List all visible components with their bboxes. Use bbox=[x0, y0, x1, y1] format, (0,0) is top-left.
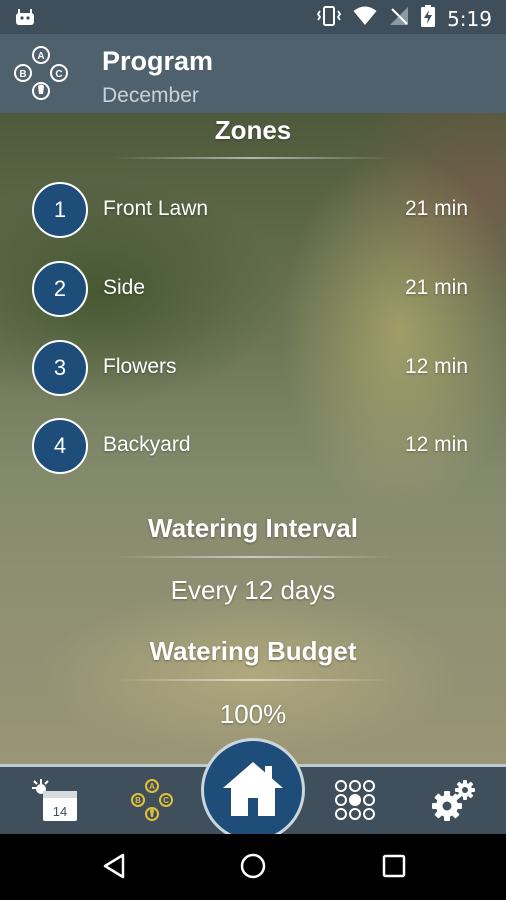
watering-budget-divider bbox=[113, 679, 393, 681]
home-circle-icon bbox=[238, 851, 268, 886]
program-abcd-logo-icon: A B C bbox=[10, 42, 72, 104]
page-title: Program bbox=[102, 46, 214, 76]
zone-row[interactable]: 3 Flowers 12 min bbox=[0, 340, 506, 400]
wifi-icon bbox=[353, 6, 377, 31]
calendar-weather-icon: 14 bbox=[29, 777, 79, 828]
tab-zones-grid[interactable] bbox=[325, 775, 385, 829]
zone-duration: 12 min bbox=[404, 433, 468, 456]
zone-number-badge: 1 bbox=[32, 182, 88, 238]
status-bar: 5:19 bbox=[0, 0, 506, 34]
zone-duration: 21 min bbox=[404, 197, 468, 220]
back-triangle-icon bbox=[101, 852, 127, 885]
zone-name: Backyard bbox=[103, 433, 191, 456]
no-signal-icon bbox=[389, 6, 409, 31]
program-content: Zones 1 Front Lawn 21 min 2 Side 21 min … bbox=[0, 113, 506, 764]
watering-interval-value[interactable]: Every 12 days bbox=[0, 575, 506, 606]
svg-text:A: A bbox=[37, 51, 44, 62]
calendar-day-label: 14 bbox=[53, 804, 67, 819]
app-bar: A B C Program December bbox=[0, 34, 506, 113]
watering-interval-heading: Watering Interval bbox=[148, 513, 358, 543]
status-time: 5:19 bbox=[447, 6, 492, 31]
zone-duration: 12 min bbox=[404, 355, 468, 378]
zones-divider bbox=[113, 157, 393, 159]
zone-name: Front Lawn bbox=[103, 197, 209, 220]
page-subtitle: December bbox=[102, 84, 199, 107]
home-icon bbox=[221, 758, 285, 823]
android-notification-icon bbox=[14, 7, 36, 32]
zone-row[interactable]: 2 Side 21 min bbox=[0, 261, 506, 321]
zone-duration: 21 min bbox=[404, 276, 468, 299]
zone-number-badge: 4 bbox=[32, 418, 88, 474]
svg-text:B: B bbox=[135, 796, 141, 805]
nav-back-button[interactable] bbox=[96, 850, 132, 886]
zone-row[interactable]: 1 Front Lawn 21 min bbox=[0, 182, 506, 242]
battery-charging-icon bbox=[421, 5, 436, 32]
tab-calendar-weather[interactable]: 14 bbox=[24, 775, 84, 829]
zone-number-badge: 2 bbox=[32, 261, 88, 317]
nav-home-button[interactable] bbox=[235, 850, 271, 886]
svg-text:A: A bbox=[149, 782, 155, 791]
watering-budget-value[interactable]: 100% bbox=[0, 699, 506, 730]
watering-budget-heading: Watering Budget bbox=[149, 636, 357, 666]
watering-interval-divider bbox=[113, 556, 393, 558]
system-navigation-bar bbox=[0, 834, 506, 900]
zone-name: Flowers bbox=[103, 355, 177, 378]
zones-grid-icon bbox=[333, 778, 377, 827]
svg-text:C: C bbox=[55, 69, 62, 80]
zone-row[interactable]: 4 Backyard 12 min bbox=[0, 418, 506, 478]
program-abcd-icon: A B C bbox=[129, 777, 175, 828]
zone-number-badge: 3 bbox=[32, 340, 88, 396]
recents-square-icon bbox=[381, 853, 407, 884]
svg-text:B: B bbox=[19, 69, 26, 80]
svg-text:C: C bbox=[163, 796, 169, 805]
vibrate-icon bbox=[316, 5, 342, 32]
zone-name: Side bbox=[103, 276, 146, 299]
tab-program[interactable]: A B C bbox=[122, 775, 182, 829]
tab-settings[interactable] bbox=[424, 775, 484, 829]
settings-gears-icon bbox=[430, 778, 478, 827]
home-button[interactable] bbox=[201, 738, 305, 842]
nav-recents-button[interactable] bbox=[376, 850, 412, 886]
zones-heading: Zones bbox=[214, 115, 292, 145]
